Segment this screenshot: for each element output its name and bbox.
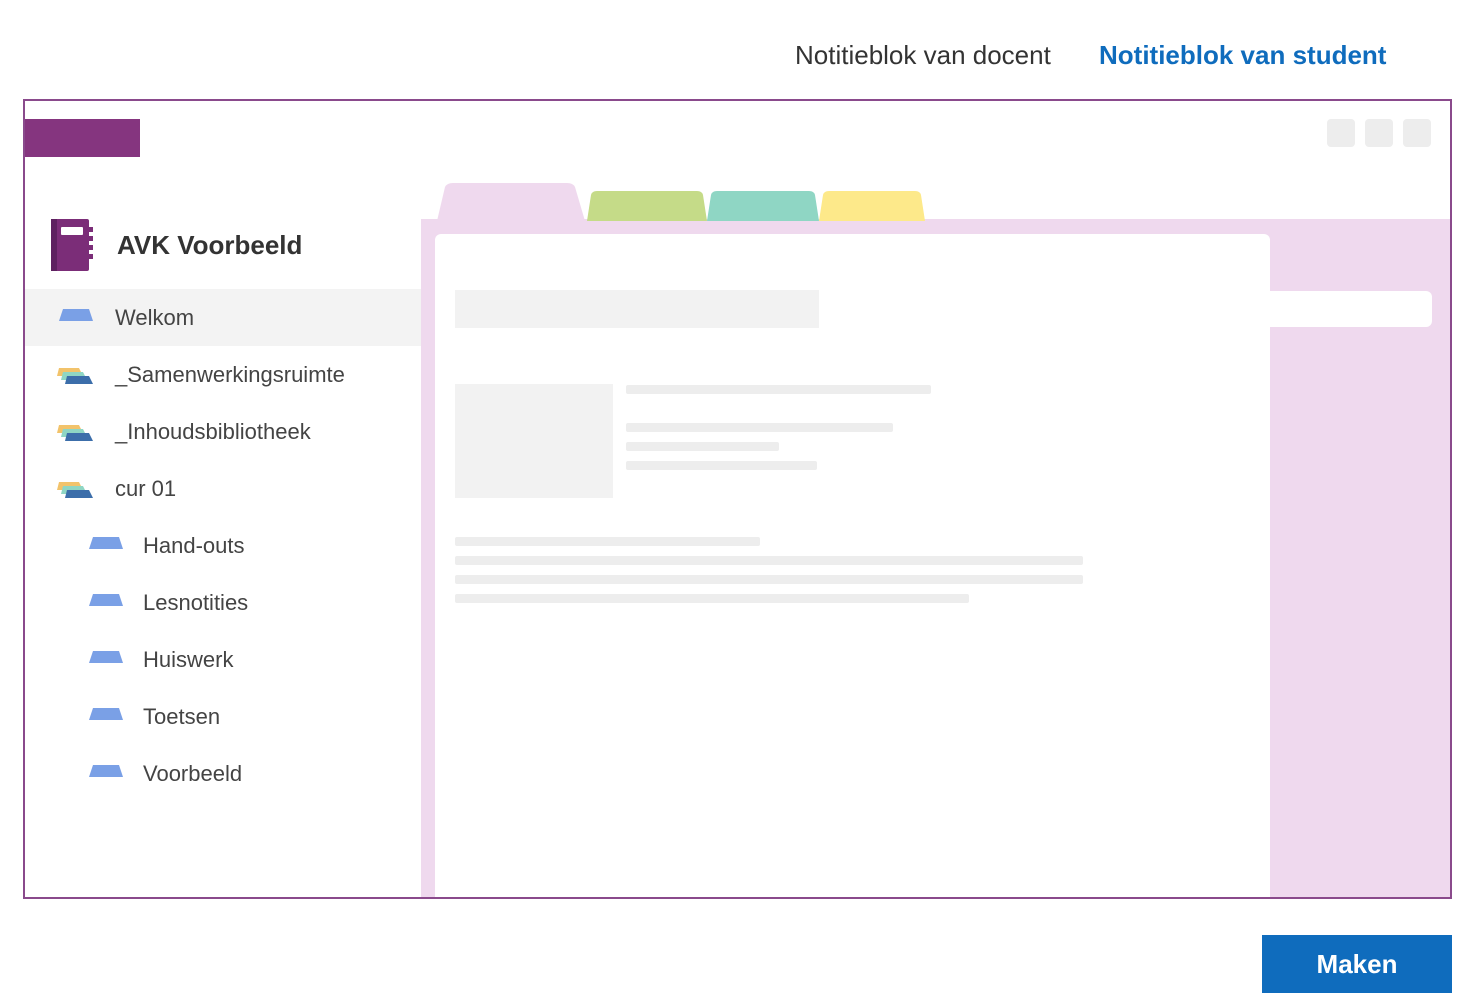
section-label: Lesnotities [143,589,249,615]
section-tab-teal [707,191,819,221]
app-brand-bar [25,119,140,157]
section-label: cur 01 [115,475,177,501]
page-canvas [435,234,1270,897]
section-item-welkom[interactable]: Welkom [25,289,421,346]
notebook-icon [51,219,93,271]
section-item-lesnotities[interactable]: Lesnotities [25,574,421,631]
section-group-icon [57,425,93,441]
text-line-placeholder [626,461,817,470]
section-icon [89,708,123,720]
tab-teacher-notebook[interactable]: Notitieblok van docent [795,38,1051,72]
section-label: Welkom [115,304,195,330]
section-tab-green [587,191,707,221]
section-icon [59,309,93,321]
section-label: Hand-outs [143,532,245,558]
section-item-huiswerk[interactable]: Huiswerk [25,631,421,688]
section-group-icon [57,482,93,498]
section-label: Voorbeeld [143,760,243,786]
text-line-placeholder [455,556,1083,565]
section-group-cur-01[interactable]: cur 01 [25,460,421,517]
window-control-placeholder [1327,119,1355,147]
section-tab-yellow [819,191,925,221]
section-tab-pink [437,183,585,221]
section-group-samenwerkingsruimte[interactable]: _Samenwerkingsruimte [25,346,421,403]
text-line-placeholder [626,385,931,394]
section-icon [89,765,123,777]
title-placeholder [455,290,819,328]
sidebar: AVK Voorbeeld Welkom _Samenwerkingsruimt… [25,211,421,897]
section-label: Toetsen [143,703,221,729]
window-control-placeholder [1403,119,1431,147]
section-item-toetsen[interactable]: Toetsen [25,688,421,745]
section-label: _Inhoudsbibliotheek [115,418,311,444]
tab-student-notebook[interactable]: Notitieblok van student [1099,38,1386,72]
text-line-placeholder [455,594,969,603]
notebook-preview: AVK Voorbeeld Welkom _Samenwerkingsruimt… [23,99,1452,899]
section-item-hand-outs[interactable]: Hand-outs [25,517,421,574]
section-tabs [437,183,925,221]
section-group-icon [57,368,93,384]
notebook-title: AVK Voorbeeld [117,229,303,260]
image-placeholder [455,384,613,498]
section-icon [89,594,123,606]
section-group-inhoudsbibliotheek[interactable]: _Inhoudsbibliotheek [25,403,421,460]
page-list-placeholder [1250,291,1432,327]
section-list: Welkom _Samenwerkingsruimte _Inhoudsbibl… [25,289,421,802]
section-icon [89,537,123,549]
section-item-voorbeeld[interactable]: Voorbeeld [25,745,421,802]
text-line-placeholder [626,442,779,451]
text-line-placeholder [626,423,893,432]
create-button[interactable]: Maken [1262,935,1452,993]
window-control-placeholder [1365,119,1393,147]
text-line-placeholder [455,575,1083,584]
notebook-header: AVK Voorbeeld [49,217,302,273]
text-line-placeholder [455,537,760,546]
section-icon [89,651,123,663]
section-label: _Samenwerkingsruimte [115,361,345,387]
section-label: Huiswerk [143,646,234,672]
